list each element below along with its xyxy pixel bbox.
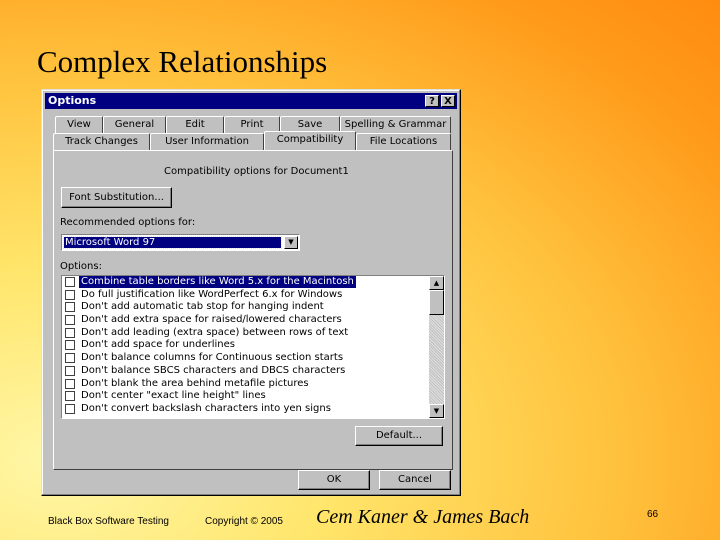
option-checkbox[interactable] [65,327,75,338]
option-label: Do full justification like WordPerfect 6… [81,288,343,300]
options-list-items: Combine table borders like Word 5.x for … [62,276,444,416]
options-label: Options: [60,261,102,272]
scroll-up-icon[interactable]: ▲ [429,276,444,290]
option-label: Don't add extra space for raised/lowered… [81,314,342,326]
footer-authors: Cem Kaner & James Bach [316,506,530,528]
slide-title: Complex Relationships [37,44,328,79]
option-item[interactable]: Combine table borders like Word 5.x for … [62,276,444,289]
option-item[interactable]: Don't add leading (extra space) between … [62,327,444,340]
option-item[interactable]: Do full justification like WordPerfect 6… [62,289,444,302]
option-label: Don't add leading (extra space) between … [81,326,349,338]
tab-user-information[interactable]: User Information [150,133,264,150]
option-label: Don't balance columns for Continuous sec… [81,352,344,364]
help-button[interactable]: ? [425,95,439,107]
ok-button[interactable]: OK [298,470,370,490]
option-item[interactable]: Don't center "exact line height" lines [62,390,444,403]
scrollbar[interactable]: ▲ ▼ [429,276,444,418]
compat-heading: Compatibility options for Document1 [164,166,349,177]
scroll-thumb[interactable] [429,290,444,315]
footer-course: Black Box Software Testing [48,516,169,527]
option-label: Don't blank the area behind metafile pic… [81,377,309,389]
option-label: Don't convert backslash characters into … [81,402,331,414]
tab-general[interactable]: General [103,116,166,133]
page-number: 66 [647,509,659,520]
option-label: Don't add space for underlines [81,339,235,351]
dropdown-arrow-icon[interactable]: ▼ [284,236,298,249]
close-button[interactable]: X [441,95,455,107]
options-dialog: Options ? X View General Edit Print Save… [41,89,461,496]
option-checkbox[interactable] [65,277,75,287]
option-checkbox[interactable] [65,340,75,351]
option-item[interactable]: Don't blank the area behind metafile pic… [62,378,444,391]
option-checkbox[interactable] [65,315,75,326]
tab-track-changes[interactable]: Track Changes [53,133,150,150]
option-label: Combine table borders like Word 5.x for … [79,276,356,288]
recommended-value: Microsoft Word 97 [63,236,282,249]
tab-edit[interactable]: Edit [166,116,224,133]
option-label: Don't add automatic tab stop for hanging… [81,301,324,313]
recommended-select[interactable]: Microsoft Word 97 ▼ [61,234,300,251]
dialog-title: Options [48,94,97,107]
tab-spelling-grammar[interactable]: Spelling & Grammar [340,116,451,133]
scroll-down-icon[interactable]: ▼ [429,404,444,418]
dialog-titlebar[interactable]: Options ? X [45,93,457,109]
option-item[interactable]: Don't add automatic tab stop for hanging… [62,301,444,314]
option-checkbox[interactable] [65,289,75,300]
option-label: Don't center "exact line height" lines [81,390,266,402]
tab-view[interactable]: View [55,116,103,133]
options-list[interactable]: Combine table borders like Word 5.x for … [61,275,445,419]
option-item[interactable]: Don't convert backslash characters into … [62,403,444,416]
option-checkbox[interactable] [65,302,75,313]
option-item[interactable]: Don't balance SBCS characters and DBCS c… [62,365,444,378]
option-checkbox[interactable] [65,391,75,402]
footer-copyright: Copyright © 2005 [205,516,283,527]
font-substitution-button[interactable]: Font Substitution... [61,187,172,208]
tab-compatibility[interactable]: Compatibility [264,131,356,150]
tab-file-locations[interactable]: File Locations [356,133,451,150]
option-item[interactable]: Don't balance columns for Continuous sec… [62,352,444,365]
cancel-button[interactable]: Cancel [379,470,451,490]
option-checkbox[interactable] [65,365,75,376]
option-item[interactable]: Don't add space for underlines [62,339,444,352]
option-item[interactable]: Don't add extra space for raised/lowered… [62,314,444,327]
recommended-label: Recommended options for: [60,217,196,228]
option-checkbox[interactable] [65,403,75,414]
option-label: Don't balance SBCS characters and DBCS c… [81,364,346,376]
option-checkbox[interactable] [65,353,75,364]
default-button[interactable]: Default... [355,426,443,446]
option-checkbox[interactable] [65,378,75,389]
